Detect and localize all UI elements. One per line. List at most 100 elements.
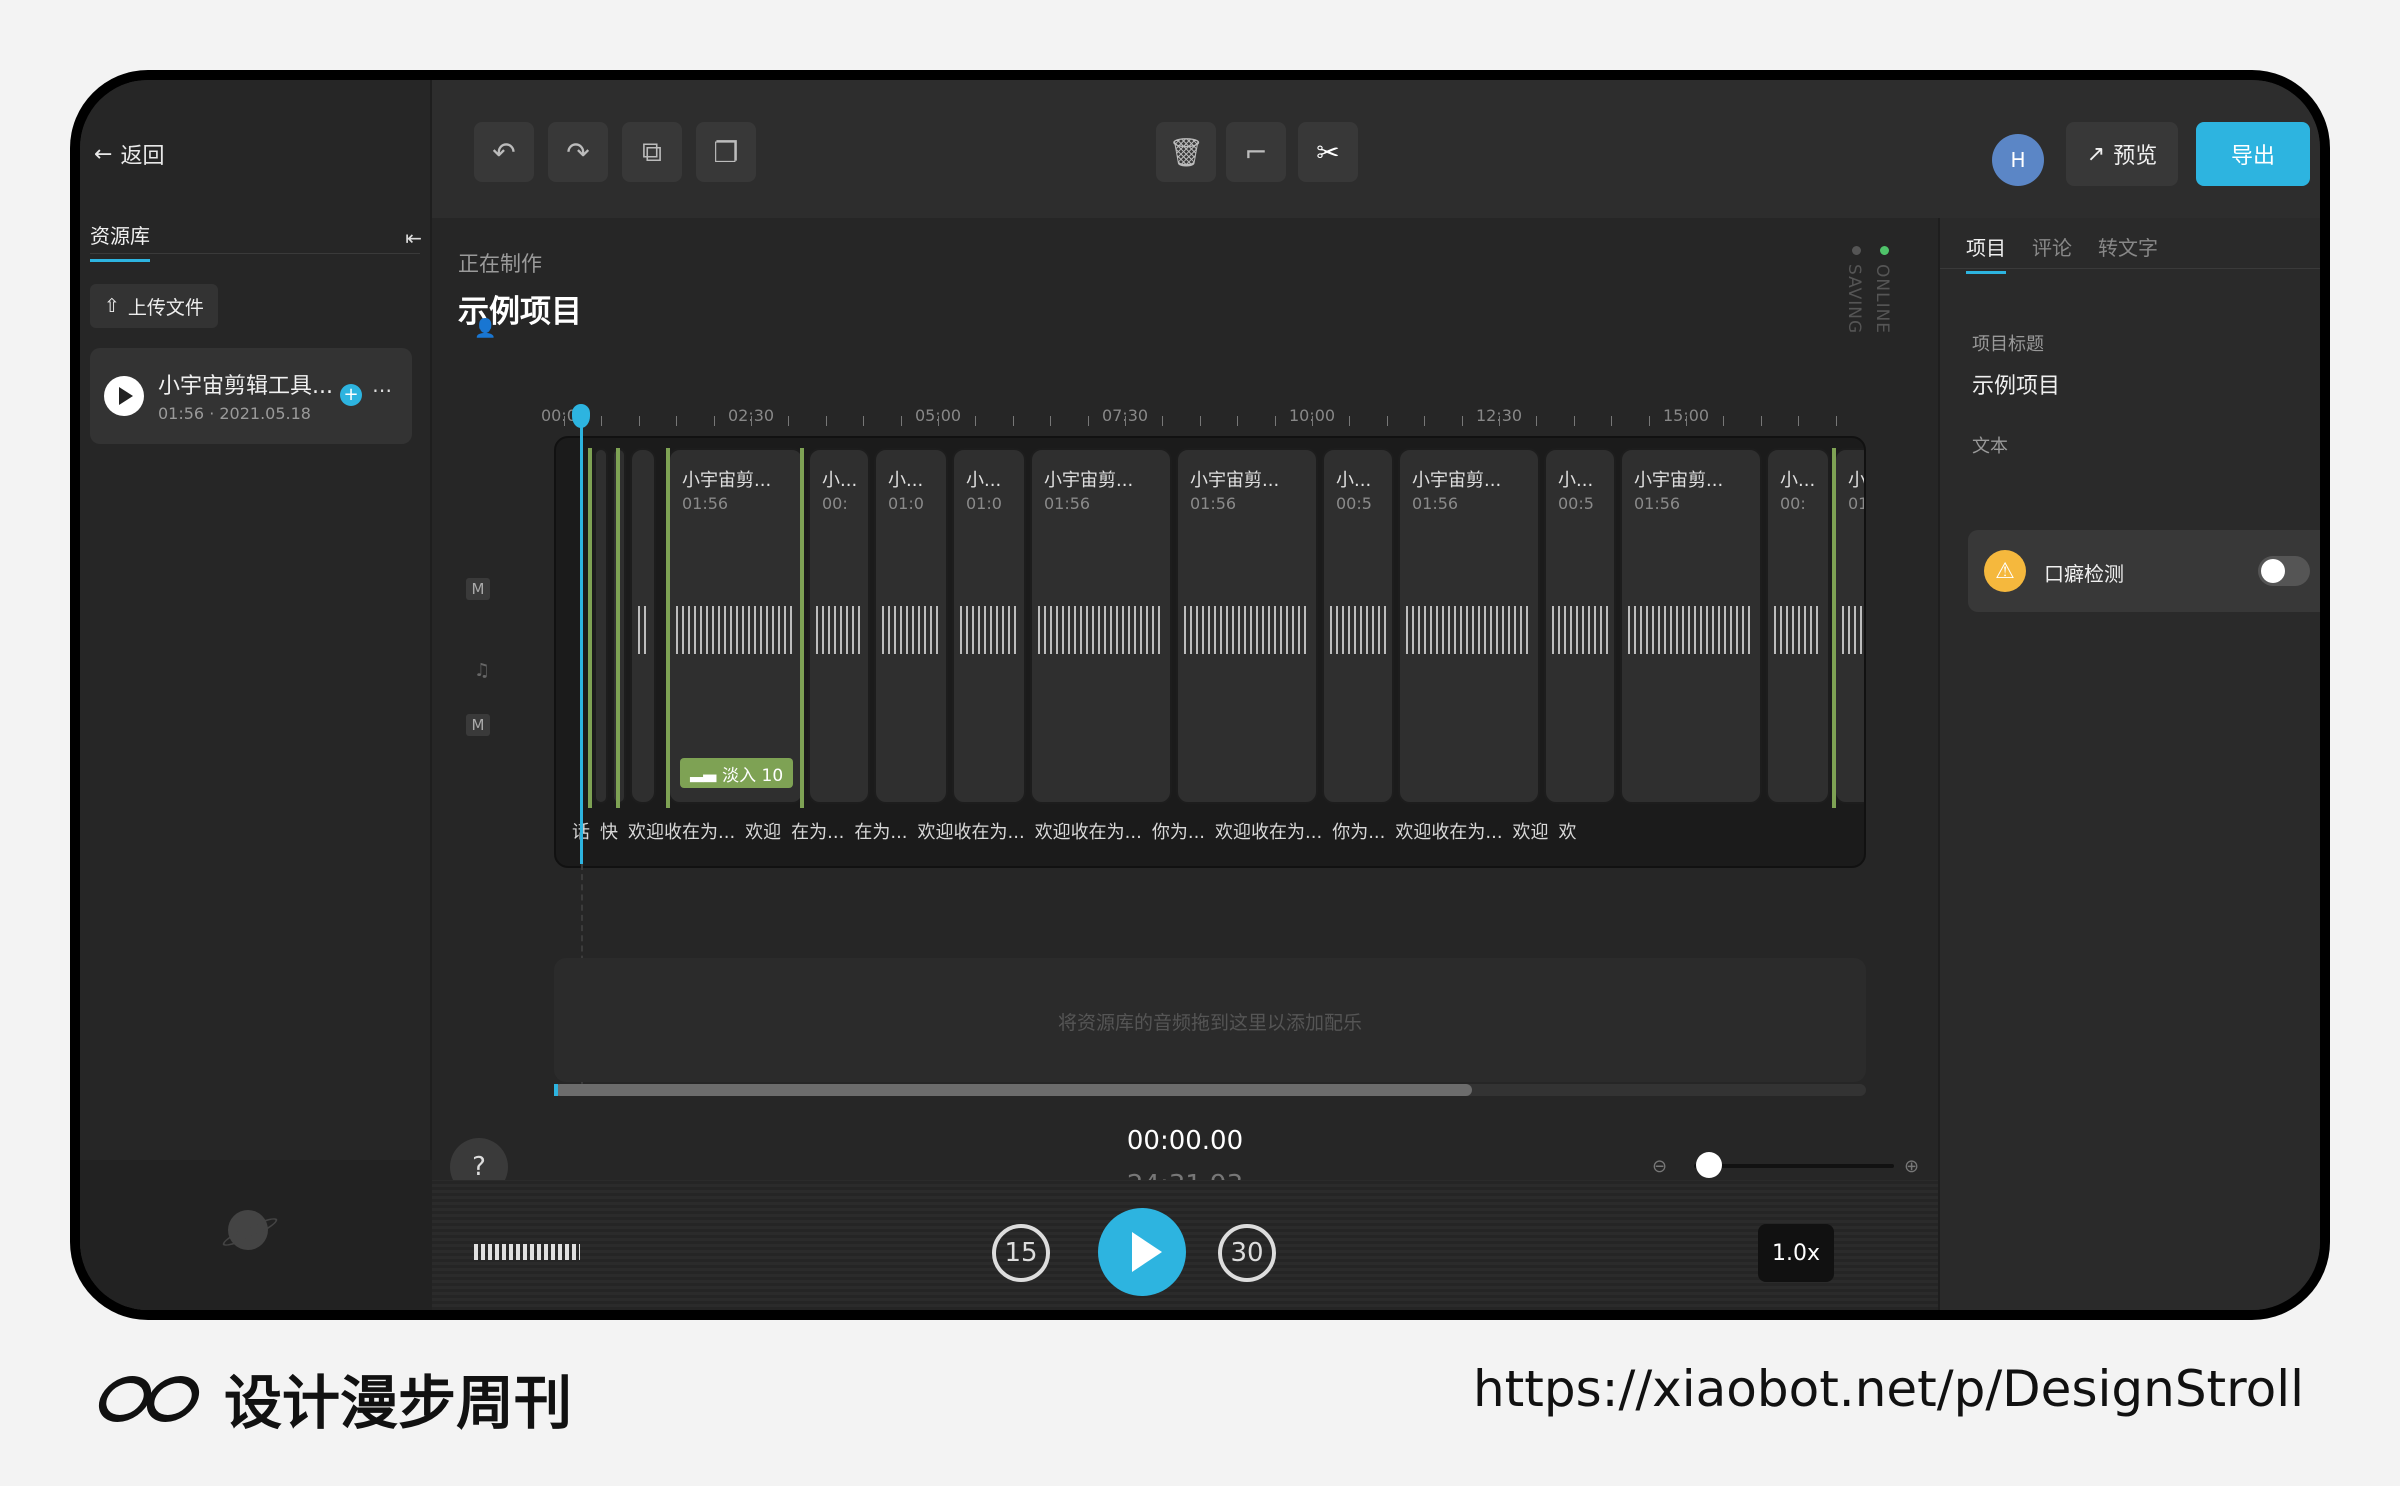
audio-clip[interactable]: 小宇宙剪... 01:56 [668, 448, 804, 804]
audio-clip[interactable]: 小... 00:5 [1544, 448, 1616, 804]
brand-logo-icon [92, 1368, 206, 1428]
audio-clip[interactable]: 小... 01:0 [874, 448, 948, 804]
clip-name: 小宇宙剪... [1634, 470, 1724, 491]
scrollbar-thumb[interactable] [554, 1084, 1472, 1096]
fade-in-tag[interactable]: ▂▃ 淡入 10 [680, 758, 794, 788]
mute-button[interactable]: M [466, 578, 490, 600]
clip-waveform [816, 606, 862, 654]
person-icon: 👤 [474, 318, 497, 339]
ruler-tick [676, 416, 677, 426]
split-marker[interactable] [588, 448, 592, 808]
caption-text[interactable]: 在为... [791, 818, 844, 848]
ruler-tick [1649, 416, 1650, 426]
asset-item[interactable]: 小宇宙剪辑工具... 01:56 · 2021.05.18 + ⋯ [90, 348, 412, 444]
audio-clip[interactable]: 小宇宙剪... 01:56 [1176, 448, 1318, 804]
zoom-slider[interactable] [1694, 1164, 1894, 1168]
audio-clip[interactable]: 小... 00: [1766, 448, 1830, 804]
caption-text[interactable]: 欢迎收在为... [628, 818, 735, 848]
audio-clip[interactable]: 小... 01:0 [952, 448, 1026, 804]
clip-duration: 01:56 [1412, 494, 1459, 513]
ruler-tick [1162, 416, 1163, 426]
ruler-tick [938, 416, 939, 426]
voice-track[interactable]: 话快欢迎收在为...欢迎在为...在为...欢迎收在为...欢迎收在为...你为… [554, 436, 1866, 868]
paste-icon: ❐ [713, 135, 739, 169]
collapse-panel-icon[interactable]: ⇤ [405, 226, 422, 250]
project-title-value[interactable]: 示例项目 [1972, 368, 2060, 400]
music-track[interactable]: 将资源库的音频拖到这里以添加配乐 [554, 958, 1866, 1082]
audio-clip[interactable]: 小宇宙剪... 01:56 [1030, 448, 1172, 804]
audio-clip[interactable]: 小... 00:5 [1322, 448, 1394, 804]
clip-waveform [1552, 606, 1608, 654]
playhead[interactable] [580, 424, 583, 864]
zoom-in-icon[interactable]: ⊕ [1904, 1156, 1919, 1177]
split-marker[interactable] [616, 448, 620, 808]
text-section-label: 文本 [1972, 436, 2008, 457]
trash-icon: 🗑 [1168, 135, 1204, 169]
ruler-tick [1611, 416, 1612, 426]
ruler-tick [751, 416, 752, 426]
split-button[interactable]: ✂ [1298, 122, 1358, 182]
external-link-icon: ↗ [2086, 141, 2106, 167]
skip-back-label: 15 [1004, 1238, 1038, 1268]
ruler-tick [1723, 416, 1724, 426]
split-marker[interactable] [1832, 448, 1836, 808]
tab-resource-library[interactable]: 资源库 [90, 220, 150, 262]
caption-text[interactable]: 欢迎收在为... [918, 818, 1025, 848]
crop-button[interactable]: ⌐ [1226, 122, 1286, 182]
caption-text[interactable]: 欢迎 [745, 818, 781, 848]
audio-clip[interactable] [630, 448, 656, 804]
caption-text[interactable]: 欢迎 [1513, 818, 1549, 848]
player-bar: 15 30 1.0x [432, 1180, 1938, 1310]
music-mute-button[interactable]: M [466, 714, 490, 736]
caption-text[interactable]: 你为... [1332, 818, 1385, 848]
play-icon[interactable] [104, 376, 144, 416]
caption-text[interactable]: 你为... [1152, 818, 1205, 848]
audio-clip[interactable]: 小... 00: [808, 448, 870, 804]
online-label: ONLINE [1872, 264, 1892, 335]
timeline-scrollbar[interactable] [554, 1084, 1866, 1096]
avatar[interactable]: H [1992, 134, 2044, 186]
export-button[interactable]: 导出 [2196, 122, 2310, 186]
split-marker[interactable] [666, 448, 670, 808]
split-marker[interactable] [800, 448, 804, 808]
asset-meta: 01:56 · 2021.05.18 [158, 404, 311, 423]
audio-clip[interactable]: 小宇宙剪... 01:56 [1398, 448, 1540, 804]
copy-button[interactable]: ⧉ [622, 122, 682, 182]
add-icon[interactable]: + [340, 384, 362, 406]
paste-button[interactable]: ❐ [696, 122, 756, 182]
audio-clip[interactable]: 小 01 [1834, 448, 1864, 804]
upload-button[interactable]: ⇧ 上传文件 [90, 284, 218, 328]
signal-icon: ▂▃ [690, 763, 717, 783]
audio-clip[interactable]: 小宇宙剪... 01:56 [1620, 448, 1762, 804]
scroll-marker [554, 1084, 558, 1096]
online-dot [1880, 246, 1889, 255]
caption-text[interactable]: 欢迎收在为... [1395, 818, 1502, 848]
caption-text[interactable]: 欢迎收在为... [1215, 818, 1322, 848]
scissors-icon: ✂ [1316, 135, 1340, 169]
skip-forward-button[interactable]: 30 [1218, 1224, 1276, 1282]
play-button[interactable] [1098, 1208, 1186, 1296]
zoom-out-icon[interactable]: ⊖ [1652, 1156, 1667, 1177]
ruler-tick [826, 416, 827, 426]
audio-clip[interactable] [594, 448, 608, 804]
undo-button[interactable]: ↶ [474, 122, 534, 182]
caption-text[interactable]: 在为... [854, 818, 907, 848]
caption-text[interactable]: 欢 [1559, 818, 1577, 848]
timeline-ruler[interactable]: 00:00 02:30 05:00 07:30 10:00 12:30 15:00 [541, 406, 1864, 426]
speed-button[interactable]: 1.0x [1758, 1224, 1834, 1282]
filler-check-card[interactable]: ⚠ 口癖检测 ⌄ [1968, 530, 2320, 612]
fade-in-label: 淡入 10 [722, 765, 784, 786]
clip-waveform [1184, 606, 1310, 654]
filler-check-toggle[interactable] [2258, 556, 2310, 586]
skip-back-button[interactable]: 15 [992, 1224, 1050, 1282]
redo-button[interactable]: ↷ [548, 122, 608, 182]
zoom-slider-knob[interactable] [1696, 1152, 1722, 1178]
ruler-tick [975, 416, 976, 426]
back-button[interactable]: ← 返回 [94, 138, 164, 170]
preview-button[interactable]: ↗ 预览 [2066, 122, 2178, 186]
more-icon[interactable]: ⋯ [372, 378, 392, 402]
ruler-tick [1050, 416, 1051, 426]
caption-text[interactable]: 欢迎收在为... [1035, 818, 1142, 848]
caption-text[interactable]: 快 [600, 818, 618, 848]
delete-button[interactable]: 🗑 [1156, 122, 1216, 182]
